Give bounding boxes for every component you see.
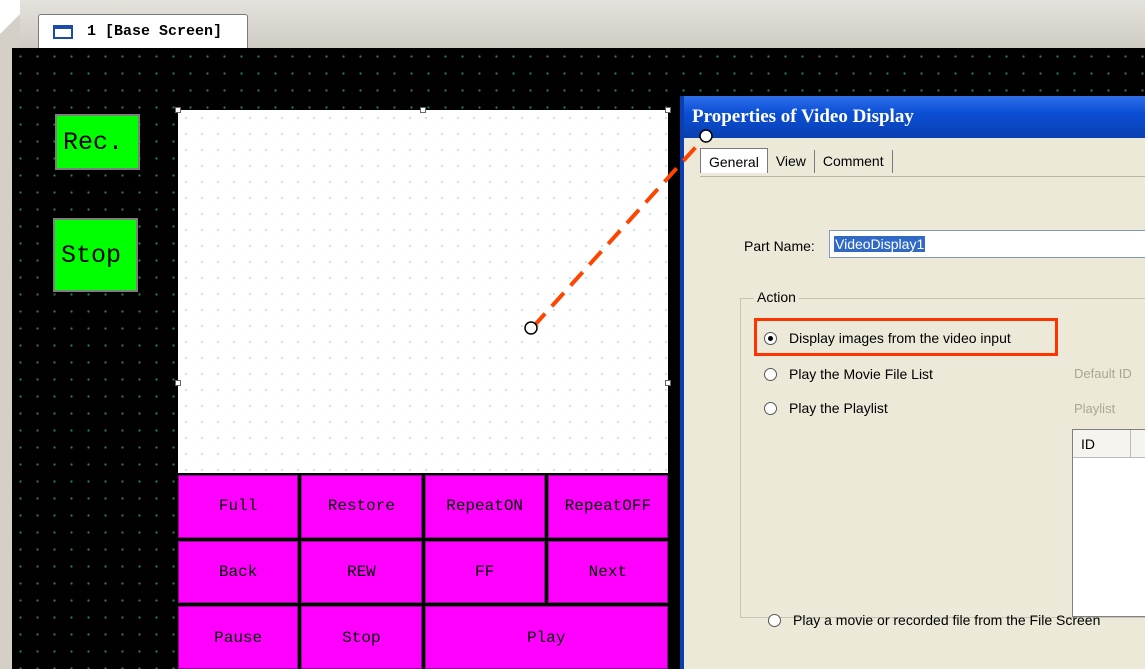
base-screen-tab-label: 1 [Base Screen] (87, 23, 223, 40)
default-id-label: Default ID (1074, 366, 1132, 381)
pause-button[interactable]: Pause (178, 606, 299, 669)
dialog-titlebar[interactable]: Properties of Video Display (684, 96, 1145, 138)
video-control-buttons: Full Restore RepeatON RepeatOFF Back REW… (178, 475, 668, 669)
action-group-label: Action (754, 289, 799, 305)
tabs-divider (700, 176, 1145, 177)
repeat-off-button[interactable]: RepeatOFF (547, 475, 668, 538)
next-button[interactable]: Next (547, 540, 668, 604)
part-name-value: VideoDisplay1 (834, 236, 926, 252)
radio-play-from-file-screen[interactable]: Play a movie or recorded file from the F… (768, 612, 1100, 628)
resize-handle-top-left[interactable] (175, 107, 181, 113)
fast-forward-button[interactable]: FF (424, 540, 545, 604)
resize-handle-top[interactable] (420, 107, 426, 113)
resize-handle-left[interactable] (175, 380, 181, 386)
play-button[interactable]: Play (424, 606, 668, 669)
playlist-column-id[interactable]: ID (1073, 430, 1131, 458)
radio-play-movie-file-list[interactable]: Play the Movie File List (764, 366, 933, 382)
part-name-label: Part Name: (744, 238, 815, 254)
stop-button[interactable]: Stop (53, 218, 138, 292)
radio-unchecked-icon (768, 613, 781, 627)
radio-unchecked-icon (764, 367, 777, 381)
rec-button[interactable]: Rec. (55, 114, 140, 170)
radio-play-playlist[interactable]: Play the Playlist (764, 400, 888, 416)
stop-playback-button[interactable]: Stop (301, 606, 422, 669)
screen-tab-strip: 1 [Base Screen] (0, 0, 1145, 48)
base-screen-tab[interactable]: 1 [Base Screen] (38, 14, 248, 48)
tab-general[interactable]: General (700, 148, 768, 173)
dialog-tabs: General View Comment (700, 148, 893, 173)
restore-button[interactable]: Restore (301, 475, 422, 538)
full-button[interactable]: Full (178, 475, 299, 538)
tab-comment[interactable]: Comment (815, 150, 893, 173)
repeat-on-button[interactable]: RepeatON (424, 475, 545, 538)
playlist-table[interactable]: ID (1072, 429, 1145, 617)
resize-handle-right[interactable] (665, 380, 671, 386)
radio-play-playlist-label: Play the Playlist (789, 400, 888, 416)
radio-play-movie-file-list-label: Play the Movie File List (789, 366, 933, 382)
window-icon (53, 24, 73, 39)
radio-unchecked-icon (764, 401, 777, 415)
rewind-button[interactable]: REW (301, 540, 422, 604)
video-display-properties-dialog: Properties of Video Display General View… (680, 96, 1145, 669)
playlist-label: Playlist (1074, 401, 1116, 416)
tab-view[interactable]: View (768, 150, 815, 173)
resize-handle-top-right[interactable] (665, 107, 671, 113)
playlist-column-2[interactable] (1131, 430, 1145, 458)
back-button[interactable]: Back (178, 540, 299, 604)
video-display-part[interactable] (175, 107, 671, 473)
dialog-title: Properties of Video Display (692, 106, 914, 127)
part-name-input[interactable]: VideoDisplay1 (829, 230, 1145, 258)
highlight-annotation-box (754, 318, 1058, 356)
radio-play-from-file-screen-label: Play a movie or recorded file from the F… (793, 612, 1101, 628)
